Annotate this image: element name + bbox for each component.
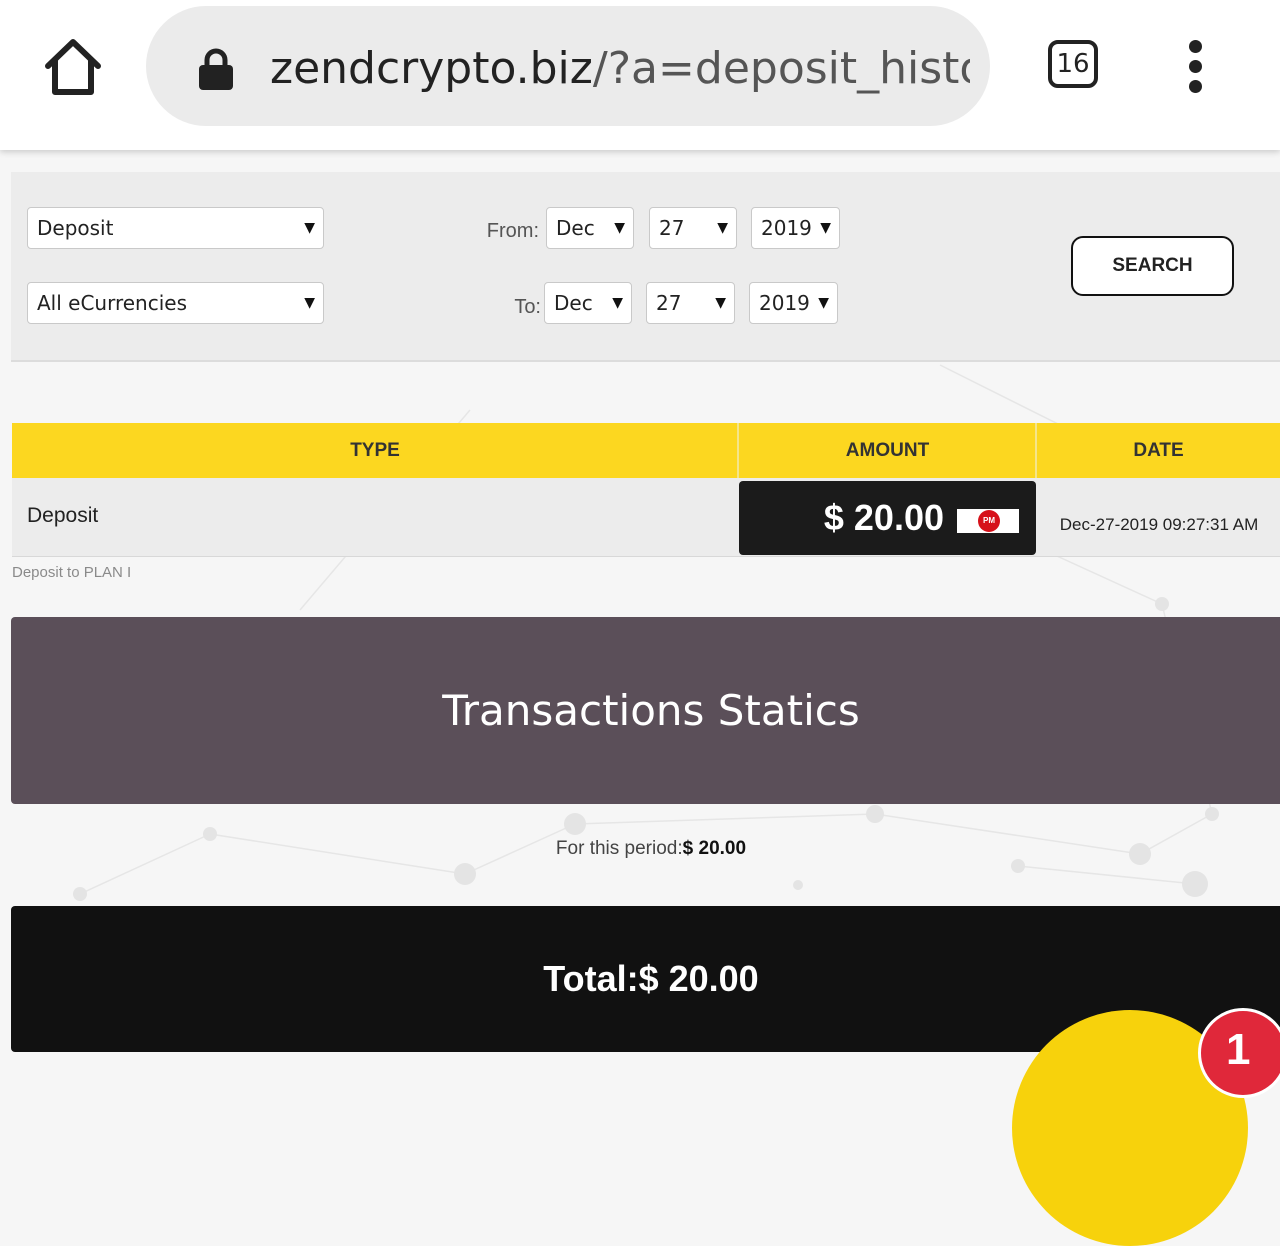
table-header: TYPE AMOUNT DATE	[12, 423, 1280, 478]
from-label: From:	[486, 220, 539, 242]
row-description: Deposit to PLAN I	[12, 564, 132, 581]
column-header-type: TYPE	[350, 440, 400, 461]
period-label: For this period:	[555, 838, 683, 859]
chevron-down-icon: ▼	[612, 295, 623, 311]
from-day-value: 27	[659, 216, 685, 240]
transaction-type-value: Deposit	[37, 216, 114, 240]
row-amount-cell: $ 20.00 PM	[739, 481, 1036, 555]
period-value: $ 20.00	[682, 838, 747, 859]
notification-badge[interactable]: 1	[1198, 1008, 1280, 1098]
address-bar[interactable]: zendcrypto.biz/?a=deposit_histor	[146, 6, 990, 126]
to-month-select[interactable]: Dec ▼	[544, 282, 632, 324]
chevron-down-icon: ▼	[614, 220, 625, 236]
row-date: Dec-27-2019 09:27:31 AM	[1059, 515, 1259, 534]
from-day-select[interactable]: 27 ▼	[649, 207, 737, 249]
chevron-down-icon: ▼	[717, 220, 728, 236]
url-path: /?a=deposit_histor	[592, 43, 970, 94]
lock-icon	[198, 48, 234, 90]
transaction-type-select[interactable]: Deposit ▼	[27, 207, 324, 249]
tab-switcher-button[interactable]: 16	[1048, 40, 1098, 88]
chevron-down-icon: ▼	[304, 295, 315, 311]
stats-title: Transactions Statics	[442, 686, 860, 735]
from-year-value: 2019	[761, 216, 812, 240]
to-year-value: 2019	[759, 291, 810, 315]
transactions-stats-banner: Transactions Statics	[11, 617, 1280, 804]
more-vert-icon[interactable]	[1180, 40, 1210, 94]
currency-select[interactable]: All eCurrencies ▼	[27, 282, 324, 324]
chevron-down-icon: ▼	[715, 295, 726, 311]
browser-toolbar: zendcrypto.biz/?a=deposit_histor 16	[0, 0, 1280, 150]
chevron-down-icon: ▼	[304, 220, 315, 236]
to-day-value: 27	[656, 291, 682, 315]
history-filter-panel: Deposit ▼ All eCurrencies ▼ From: Dec ▼ …	[11, 172, 1280, 362]
url-host: zendcrypto.biz	[270, 43, 593, 94]
row-type: Deposit	[27, 504, 99, 527]
column-header-date: DATE	[1133, 440, 1184, 461]
chevron-down-icon: ▼	[820, 220, 831, 236]
from-month-select[interactable]: Dec ▼	[546, 207, 634, 249]
row-amount: $ 20.00	[823, 497, 944, 538]
currency-value: All eCurrencies	[37, 291, 188, 315]
to-day-select[interactable]: 27 ▼	[646, 282, 735, 324]
perfect-money-icon: PM	[957, 509, 1019, 533]
to-month-value: Dec	[554, 291, 593, 315]
from-year-select[interactable]: 2019 ▼	[751, 207, 840, 249]
column-header-amount: AMOUNT	[845, 440, 930, 461]
home-icon[interactable]	[40, 36, 106, 100]
payment-system-badge: PM	[978, 510, 1000, 532]
from-month-value: Dec	[556, 216, 595, 240]
period-summary: For this period:$ 20.00	[0, 838, 1280, 860]
url-text[interactable]: zendcrypto.biz/?a=deposit_histor	[270, 36, 970, 102]
notification-count: 1	[1226, 1025, 1251, 1074]
table-row: Deposit $ 20.00 PM Dec-27-2019 09:27:31 …	[12, 478, 1280, 557]
to-year-select[interactable]: 2019 ▼	[749, 282, 838, 324]
chevron-down-icon: ▼	[818, 295, 829, 311]
search-button[interactable]: SEARCH	[1071, 236, 1234, 296]
to-label: To:	[514, 296, 541, 318]
